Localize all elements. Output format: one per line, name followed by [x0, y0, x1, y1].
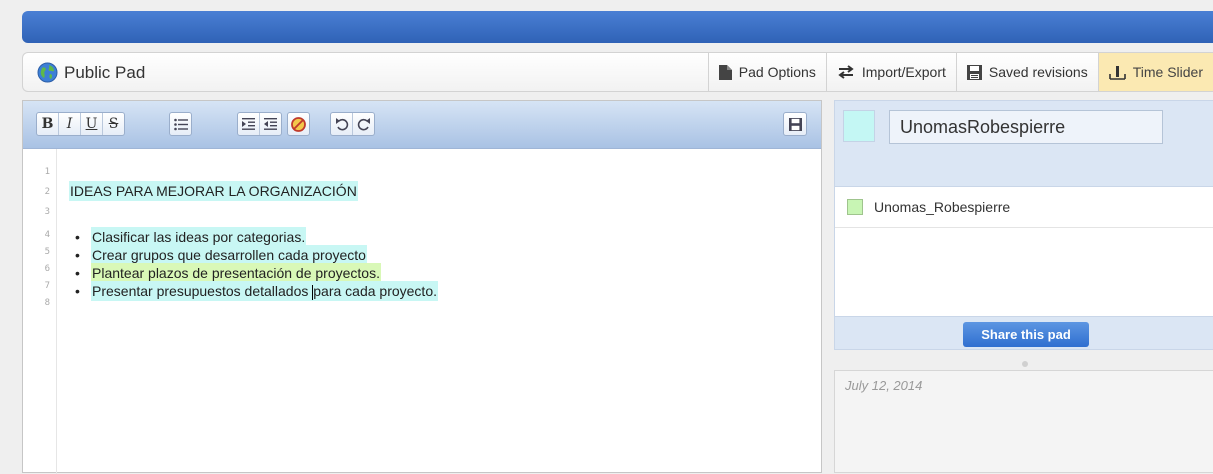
undo-icon: [335, 118, 348, 131]
user-name: Unomas_Robespierre: [874, 199, 1011, 215]
arrows-icon: [838, 65, 854, 79]
pad-options-label: Pad Options: [738, 64, 816, 80]
panel-resize-handle[interactable]: [1022, 361, 1028, 367]
history-group: [330, 112, 375, 136]
editor-toolbar: B I U S: [23, 101, 821, 149]
clear-authorship-group: [287, 112, 310, 136]
editor-content[interactable]: IDEAS PARA MEJORAR LA ORGANIZACIÓN • Clas…: [69, 149, 821, 472]
redo-button[interactable]: [353, 113, 374, 135]
time-slider-label: Time Slider: [1132, 64, 1203, 80]
my-color-swatch[interactable]: [843, 110, 875, 142]
list-item: • Plantear plazos de presentación de proy…: [69, 263, 381, 283]
list-item-text: Plantear plazos de presentación de proye…: [91, 263, 381, 283]
format-group: B I U S: [36, 112, 125, 136]
list-item: • Presentar presupuestos detallados para …: [69, 281, 438, 301]
bullet-icon: •: [75, 247, 80, 263]
top-banner: [22, 11, 1213, 43]
editor-line: IDEAS PARA MEJORAR LA ORGANIZACIÓN: [69, 181, 358, 201]
heading-text: IDEAS PARA MEJORAR LA ORGANIZACIÓN: [69, 181, 358, 201]
clear-authorship-button[interactable]: [288, 113, 309, 135]
line-number: 1: [44, 167, 50, 177]
indent-button[interactable]: [238, 113, 260, 135]
document-icon: [718, 64, 732, 80]
indent-icon: [242, 118, 255, 130]
list-item-text-end: para cada proyecto.: [313, 283, 437, 299]
my-username-input[interactable]: UnomasRobespierre: [889, 110, 1163, 144]
underline-button[interactable]: U: [81, 113, 103, 135]
italic-button[interactable]: I: [59, 113, 81, 135]
saved-revisions-label: Saved revisions: [988, 64, 1088, 80]
time-slider-button[interactable]: Time Slider: [1097, 53, 1213, 91]
globe-icon: [37, 62, 58, 83]
bold-button[interactable]: B: [37, 113, 59, 135]
pad-header-bar: Public Pad Pad Options Import/Export Sav…: [22, 52, 1213, 92]
chat-date: July 12, 2014: [845, 378, 923, 393]
list-item-text: Crear grupos que desarrollen cada proyec…: [91, 245, 367, 265]
bullet-icon: •: [75, 229, 80, 245]
floppy-icon: [788, 117, 802, 131]
list-item: • Clasificar las ideas por categorias.: [69, 227, 307, 247]
line-number: 4: [44, 230, 50, 240]
list-item-text-start: Presentar presupuestos detallados: [92, 283, 313, 299]
list-item-text: Clasificar las ideas por categorias.: [91, 227, 307, 247]
time-slider-icon: [1108, 65, 1126, 80]
pad-title-text: Public Pad: [64, 62, 146, 82]
unordered-list-button[interactable]: [170, 113, 191, 135]
clear-authorship-icon: [291, 116, 306, 132]
outdent-button[interactable]: [260, 113, 281, 135]
undo-button[interactable]: [331, 113, 353, 135]
list-group: [169, 112, 192, 136]
users-panel: UnomasRobespierre Unomas_Robespierre Sha…: [834, 100, 1213, 350]
user-list-item: Unomas_Robespierre: [835, 187, 1213, 228]
users-panel-footer: Share this pad: [835, 316, 1213, 349]
share-pad-button[interactable]: Share this pad: [963, 322, 1089, 347]
import-export-label: Import/Export: [861, 64, 946, 80]
line-number: 8: [44, 298, 50, 308]
outdent-icon: [264, 118, 277, 130]
saved-revisions-button[interactable]: Saved revisions: [955, 53, 1098, 91]
bullet-icon: •: [75, 265, 80, 281]
line-number: 3: [44, 207, 50, 217]
redo-icon: [357, 118, 370, 131]
floppy-icon: [966, 64, 982, 80]
chat-panel: July 12, 2014: [834, 370, 1213, 473]
my-user-section: UnomasRobespierre: [835, 101, 1213, 187]
list-item-text: Presentar presupuestos detallados para c…: [91, 281, 438, 301]
line-number-gutter: 1 2 3 4 5 6 7 8: [23, 149, 57, 474]
pad-title: Public Pad: [37, 62, 145, 83]
save-revision-button[interactable]: [783, 112, 807, 136]
pad-actions: Pad Options Import/Export Saved revision…: [707, 53, 1213, 91]
unordered-list-icon: [173, 118, 188, 130]
strikethrough-button[interactable]: S: [103, 113, 124, 135]
bullet-icon: •: [75, 283, 80, 299]
line-number: 7: [44, 281, 50, 291]
import-export-button[interactable]: Import/Export: [825, 53, 956, 91]
editor-panel: B I U S 1 2 3 4 5 6 7 8 IDEAS PARA MEJOR…: [22, 100, 822, 474]
pad-options-button[interactable]: Pad Options: [707, 53, 826, 91]
list-item: • Crear grupos que desarrollen cada proye…: [69, 245, 367, 265]
indent-group: [237, 112, 282, 136]
line-number: 5: [44, 247, 50, 257]
line-number: 2: [44, 187, 50, 197]
line-number: 6: [44, 264, 50, 274]
user-color-swatch: [847, 199, 863, 215]
